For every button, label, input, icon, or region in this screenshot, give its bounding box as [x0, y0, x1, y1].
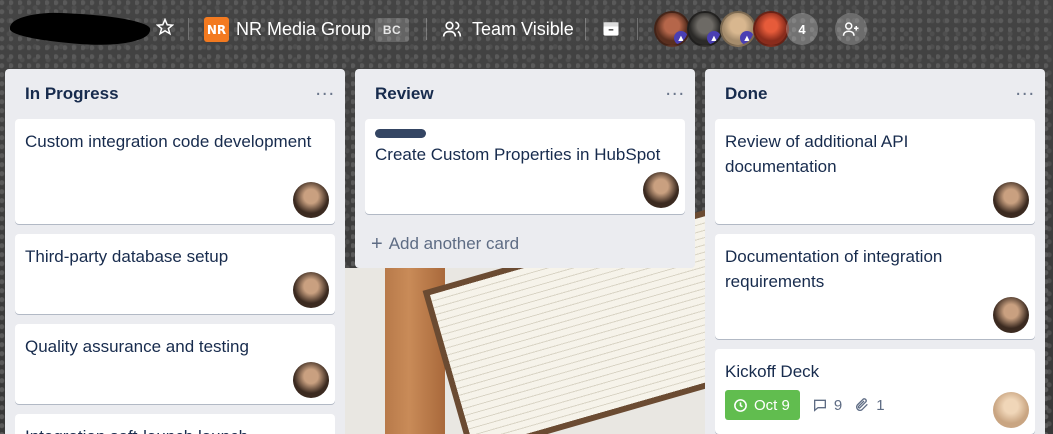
member-avatar[interactable] — [293, 272, 329, 308]
header-divider — [585, 18, 586, 40]
star-icon[interactable] — [154, 17, 176, 40]
workspace-name[interactable]: NR Media Group — [236, 18, 371, 40]
card[interactable]: Documentation of integration requirement… — [715, 234, 1035, 339]
card[interactable]: Kickoff Deck Oct 9 9 1 — [715, 349, 1035, 434]
header-divider — [188, 18, 189, 40]
member-avatar[interactable] — [993, 297, 1029, 333]
list-menu-icon[interactable]: ... — [665, 79, 685, 104]
visibility-label[interactable]: Team Visible — [472, 18, 574, 40]
member-avatar[interactable]: ▲ — [654, 11, 690, 47]
header-divider — [426, 18, 427, 40]
card-title: Review of additional API documentation — [725, 132, 909, 176]
attachment-icon — [856, 398, 869, 411]
card-label[interactable] — [375, 129, 426, 138]
admin-chevron-icon: ▲ — [707, 31, 721, 45]
list-in-progress: In Progress ... Custom integration code … — [5, 69, 345, 434]
member-avatar[interactable] — [643, 172, 679, 208]
member-avatar[interactable] — [293, 182, 329, 218]
card[interactable]: Third-party database setup — [15, 234, 335, 314]
team-icon[interactable] — [442, 19, 462, 39]
member-avatar[interactable] — [753, 11, 789, 47]
member-avatar[interactable] — [993, 392, 1029, 428]
admin-chevron-icon: ▲ — [740, 31, 754, 45]
add-card-label: Add another card — [388, 234, 520, 253]
member-avatar[interactable]: ▲ — [687, 11, 723, 47]
header-divider — [637, 18, 638, 40]
redacted-board-name — [9, 10, 151, 48]
card[interactable]: Integration soft-launch launch — [15, 414, 335, 434]
comments-badge: 9 — [812, 397, 842, 414]
attachments-badge: 1 — [854, 396, 885, 414]
member-avatar[interactable] — [993, 182, 1029, 218]
list-review: Review ... Create Custom Properties in H… — [355, 69, 695, 268]
list-header: Review ... — [365, 69, 685, 119]
clock-icon — [734, 398, 747, 412]
member-avatar[interactable] — [293, 362, 329, 398]
card[interactable]: Review of additional API documentation — [715, 119, 1035, 224]
card-title: Create Custom Properties in HubSpot — [375, 145, 661, 164]
card[interactable]: Quality assurance and testing — [15, 324, 335, 404]
card-title: Third-party database setup — [25, 247, 229, 266]
add-member-icon[interactable] — [835, 13, 867, 45]
card-badges: Oct 9 9 1 — [725, 390, 1025, 420]
board-header: NR NR Media Group BC Team Visible ▲ ▲ ▲ … — [0, 0, 1053, 60]
list-title[interactable]: Done — [725, 84, 768, 104]
list-menu-icon[interactable]: ... — [1015, 79, 1035, 104]
list-done: Done ... Review of additional API docume… — [705, 69, 1045, 434]
due-date-label: Oct 9 — [754, 396, 790, 414]
list-header: In Progress ... — [15, 69, 335, 119]
card-title: Integration soft-launch launch — [25, 424, 325, 434]
card-title: Documentation of integration requirement… — [725, 247, 943, 291]
workspace-badge[interactable]: BC — [375, 18, 409, 42]
archive-icon[interactable] — [596, 14, 626, 44]
attachments-count: 1 — [876, 396, 885, 414]
card-title: Custom integration code development — [25, 132, 312, 151]
card-title: Quality assurance and testing — [25, 337, 249, 356]
admin-chevron-icon: ▲ — [674, 31, 688, 45]
card[interactable]: Create Custom Properties in HubSpot — [365, 119, 685, 214]
add-card-button[interactable]: + Add another card — [365, 224, 685, 264]
comment-icon — [813, 399, 826, 412]
plus-icon: + — [371, 233, 383, 255]
workspace-logo[interactable]: NR — [204, 17, 229, 42]
member-avatar[interactable]: ▲ — [720, 11, 756, 47]
member-count-button[interactable]: 4 — [786, 13, 818, 45]
list-title[interactable]: In Progress — [25, 84, 119, 104]
list-menu-icon[interactable]: ... — [315, 79, 335, 104]
list-header: Done ... — [715, 69, 1035, 119]
comments-count: 9 — [833, 396, 843, 414]
card[interactable]: Custom integration code development — [15, 119, 335, 224]
list-title[interactable]: Review — [375, 84, 434, 104]
due-date-badge[interactable]: Oct 9 — [725, 390, 800, 420]
card-title: Kickoff Deck — [725, 362, 820, 381]
